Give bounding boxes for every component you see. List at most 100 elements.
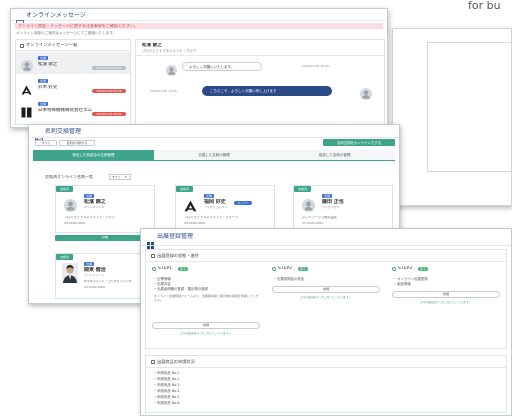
company-logo-icon [21, 80, 32, 95]
product-item[interactable]: 申請商品 No.3 [154, 383, 179, 387]
step-status-link[interactable]: 上の項目はすでに完了しています。 [272, 296, 380, 300]
step-complete-badge: 完了 [298, 266, 308, 271]
step-detail-button[interactable]: 詳細 [392, 291, 500, 298]
exhibitor-badge: 出展 [84, 262, 94, 266]
business-card[interactable]: 交換済 出展 藤田 正也 フジタ マサヤ ネットワークス株式会社 03-0000… [293, 185, 393, 233]
thread-date: 2020/11/30 10:00 [92, 66, 126, 70]
filter-all-button[interactable]: すべて [35, 140, 57, 146]
divider [16, 50, 130, 51]
thread-item[interactable]: 出展 日本特殊機械株式会社エムイアクス 2020/11/29 18:00 [16, 98, 130, 120]
message-text: こちらこそ、よろしくお願い申し上げます [210, 88, 277, 93]
grid-icon [147, 234, 154, 249]
card-org: プロジェクトマネジメント・グループ [184, 216, 238, 219]
card-tabs: 参加した商談会の名刺管理 交換した名刺の管理 保存した名刺の管理 [33, 150, 396, 161]
tab-saved[interactable]: 保存した名刺の管理 [274, 150, 396, 160]
background-window [392, 28, 512, 206]
thread-item[interactable]: 出展 松濱 錦之 2020/11/30 10:00 [16, 52, 130, 74]
company-logo-icon [21, 103, 32, 118]
card-name: 藤田 正也 [322, 199, 344, 205]
product-item[interactable]: 申請商品 No.2 [154, 377, 179, 381]
card-filter-select[interactable]: すべて ▾ [109, 174, 131, 180]
product-item[interactable]: 申請商品 No.6 [154, 401, 179, 405]
alert-bar: オンライン商談・メッセージに関する注意事項をご確認ください。 [15, 23, 383, 29]
id-card-icon [35, 128, 43, 143]
thread-name: 松濱 錦之 [38, 62, 58, 67]
message-text: よろしくお願いいたします。 [189, 64, 235, 69]
card-phone: 03-0000-0000 [184, 222, 206, 225]
page-title: 出展登録管理 [157, 233, 194, 240]
checklist-icon [151, 359, 155, 364]
card-filter-value: すべて [112, 175, 121, 179]
step-item: 製品情報 [394, 282, 411, 286]
step-column: STEP1 完了 企業情報 出展内容 出展者情報の登録・展示物の登録 オンライン… [152, 266, 264, 346]
exchange-online-button[interactable]: 名刺交換をオンラインでする [323, 139, 395, 146]
notice-text: オンライン商談のご案内はメッセージにてご連絡いたします。 [16, 31, 117, 35]
chat-contact-name: 松濱 錦之 [142, 43, 162, 48]
card-phone: 03-0000-0000 [64, 222, 86, 225]
thread-name: 日本特殊機械株式会社エムイアクス [38, 108, 92, 113]
step-status-link[interactable]: 上の項目はすでに完了しています。 [152, 332, 260, 336]
check-circle-icon [392, 267, 396, 271]
step-detail-button[interactable]: 詳細 [272, 286, 380, 293]
message-bubble-sent: こちらこそ、よろしくお願い申し上げます [202, 86, 332, 96]
page-title: オンラインメッセージ [26, 11, 86, 19]
check-circle-icon [152, 267, 156, 271]
section-title: 出展商品の申請状況 [157, 359, 195, 364]
product-item[interactable]: 申請商品 No.5 [154, 395, 179, 399]
card-phone: 03-0000-0000 [84, 286, 106, 289]
check-circle-icon [272, 267, 276, 271]
business-card[interactable]: 交換済 出展 松濱 錦之 マツハマ ニシキ プロジェクトマネジメント・アジア 0… [55, 185, 155, 233]
message-date: 2020/11/30 10:05 [150, 90, 177, 93]
chat-contact-org: プロジェクトマネジメント・アジア [142, 49, 197, 53]
step-label: STEP3 [398, 266, 413, 271]
avatar [302, 197, 315, 212]
divider [141, 245, 511, 246]
print-cards-button[interactable]: 名刺を印刷する [59, 140, 95, 146]
product-item[interactable]: 申請商品 No.4 [154, 389, 179, 393]
thread-date: 2020/11/30 09:30 [92, 89, 126, 93]
company-logo-icon [184, 197, 197, 212]
chat-panel: 松濱 錦之 プロジェクトマネジメント・アジア よろしくお願いいたします。 202… [135, 39, 385, 125]
tab-participated[interactable]: 参加した商談会の名刺管理 [33, 150, 154, 160]
checklist-icon [151, 253, 155, 258]
online-message-window: オンラインメッセージ オンライン商談・メッセージに関する注意事項をご確認ください… [10, 8, 388, 128]
card-name: 福岡 好史 [204, 199, 226, 205]
section-title: 出展登録の状態・進捗 [157, 253, 199, 258]
card-org: ネットワークス株式会社 [302, 216, 337, 219]
card-kana: フクオカ ヨシフミ [204, 206, 228, 209]
avatar [64, 197, 77, 212]
avatar [360, 85, 372, 100]
card-org: ITマネジメント・コンサルティング [84, 280, 132, 283]
step-complete-badge: 完了 [418, 266, 428, 271]
card-name: 関東 健治 [84, 267, 106, 273]
thread-item[interactable]: 出展 鈴木 好史 2020/11/30 09:30 [16, 76, 130, 96]
exhibitor-badge: 出展 [322, 194, 332, 198]
profile-photo [62, 263, 78, 283]
card-kana: マツハマ ニシキ [84, 206, 105, 209]
card-name: 松濱 錦之 [84, 199, 106, 205]
card-list-label: 交換済オンライン名刺一覧 [45, 175, 93, 179]
step-status-link[interactable]: 上の項目はすでに完了しています。 [392, 301, 500, 305]
exchanged-tag: 交換済 [294, 186, 311, 192]
business-card[interactable]: 交換済 出展 福岡 好史 メンバー フクオカ ヨシフミ プロジェクトマネジメント… [175, 185, 275, 233]
thread-date: 2020/11/29 18:00 [92, 112, 126, 116]
exhibitor-badge: 出展 [38, 56, 48, 60]
tagline-text: for bu [468, 0, 501, 12]
product-item[interactable]: 申請商品 No.1 [154, 371, 179, 375]
registration-progress-section: 出展登録の状態・進捗 STEP1 完了 企業情報 出展内容 出展者情報の登録・展… [145, 249, 507, 349]
avatar [166, 61, 177, 76]
thread-list: オンラインメッセージ一覧 出展 松濱 錦之 2020/11/30 10:00 出… [15, 39, 131, 125]
thread-list-title: オンラインメッセージ一覧 [26, 43, 78, 48]
divider [146, 367, 506, 368]
step-detail-button[interactable]: 詳細 [152, 322, 260, 329]
card-kana: フジタ マサヤ [322, 206, 340, 209]
exchanged-tag: 交換済 [176, 186, 193, 192]
member-badge: メンバー [234, 200, 252, 205]
step-complete-badge: 完了 [178, 266, 188, 271]
background-window-content [427, 42, 511, 172]
step-item: 出展内容 [154, 282, 171, 286]
tab-exchanged[interactable]: 交換した名刺の管理 [153, 150, 275, 160]
step-item: 出展説明会の参加 [274, 277, 304, 281]
alert-text: オンライン商談・メッセージに関する注意事項をご確認ください。 [18, 23, 138, 28]
chat-icon [16, 12, 24, 28]
